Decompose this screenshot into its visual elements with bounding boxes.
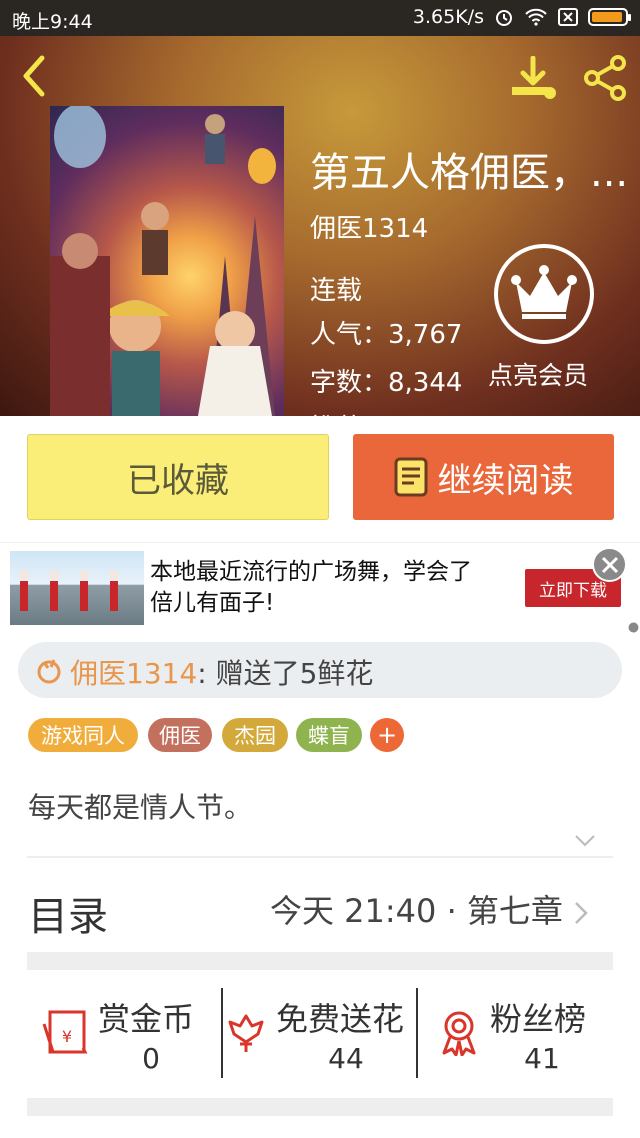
back-icon[interactable] <box>18 54 50 98</box>
gift-action: : 赠送了5鲜花 <box>197 657 374 690</box>
stat-divider-1 <box>221 988 223 1078</box>
book-status: 连载 <box>310 276 363 306</box>
stat-coins-value: 0 <box>142 1042 160 1075</box>
continue-reading-button[interactable]: 继续阅读 <box>353 434 614 520</box>
book-word-count: 字数：8,344 <box>310 368 463 398</box>
section-divider <box>27 952 613 970</box>
status-bar: 晚上9:44 3.65K/s <box>0 0 640 36</box>
battery-icon <box>588 8 631 26</box>
collected-label: 已收藏 <box>127 460 229 501</box>
toc-latest-chapter[interactable]: 今天 21:40 · 第七章 <box>270 886 589 932</box>
crown-icon <box>511 265 577 319</box>
cover-illustration <box>50 106 276 416</box>
stat-flower-label[interactable]: 免费送花 <box>276 994 404 1040</box>
alarm-icon <box>496 10 512 26</box>
stat-flower-value: 44 <box>328 1042 364 1075</box>
divider <box>27 856 613 858</box>
tag-diemang[interactable]: 蝶盲 <box>296 718 362 752</box>
toc-label[interactable]: 目录 <box>28 884 108 942</box>
network-speed: 3.65K/s <box>412 6 484 28</box>
book-recommend: 推荐：... <box>310 408 413 416</box>
status-icons: 3.65K/s <box>412 6 631 28</box>
gift-text: 佣医1314: 赠送了5鲜花 <box>70 652 373 692</box>
book-title: 第五人格佣医，... <box>310 150 629 196</box>
book-header: 第五人格佣医，... 佣医1314 连载 人气：3,767 字数：8,344 推… <box>0 36 640 416</box>
stat-fans-label[interactable]: 粉丝榜 <box>490 994 586 1040</box>
red-envelope-icon: ¥ <box>42 1010 88 1054</box>
sim-icon <box>558 8 578 26</box>
vip-label[interactable]: 点亮会员 <box>488 356 588 392</box>
chevron-right-icon <box>575 902 588 924</box>
add-tag-button[interactable]: + <box>370 718 404 752</box>
close-icon <box>601 556 618 573</box>
ad-text-line2: 倍儿有面子! <box>150 590 275 616</box>
gift-icon <box>37 659 61 684</box>
book-author[interactable]: 佣医1314 <box>310 208 428 245</box>
stat-fans-value: 41 <box>524 1042 560 1075</box>
svg-text:¥: ¥ <box>62 1027 72 1046</box>
tag-yongyi[interactable]: 佣医 <box>148 718 212 752</box>
book-icon <box>394 457 427 497</box>
expand-chevron-icon[interactable] <box>574 834 596 848</box>
medal-icon <box>442 1011 476 1056</box>
stat-coins-label[interactable]: 赏金币 <box>98 994 194 1040</box>
continue-label: 继续阅读 <box>437 460 574 501</box>
section-divider-bottom <box>27 1098 613 1116</box>
flower-icon <box>228 1014 264 1052</box>
ad-close-button[interactable] <box>592 547 627 582</box>
vip-badge[interactable] <box>494 244 594 344</box>
collected-button[interactable]: 已收藏 <box>27 434 329 520</box>
tag-game[interactable]: 游戏同人 <box>28 718 138 752</box>
book-popularity: 人气：3,767 <box>310 320 463 350</box>
book-cover[interactable] <box>50 106 284 416</box>
ad-info-icon[interactable] <box>628 622 639 633</box>
ad-text-line1: 本地最近流行的广场舞，学会了 <box>150 559 472 585</box>
wifi-icon <box>525 8 547 26</box>
share-icon[interactable] <box>582 54 630 102</box>
status-time: 晚上9:44 <box>12 11 93 33</box>
toc-latest-text: 今天 21:40 · 第七章 <box>270 892 563 930</box>
stat-divider-2 <box>416 988 418 1078</box>
ad-image <box>10 551 144 625</box>
book-description: 每天都是情人节。 <box>28 791 253 824</box>
download-icon[interactable] <box>508 56 558 102</box>
ad-text: 本地最近流行的广场舞，学会了 倍儿有面子! <box>150 557 472 619</box>
tag-jieyuan[interactable]: 杰园 <box>222 718 288 752</box>
gift-user[interactable]: 佣医1314 <box>70 657 197 690</box>
